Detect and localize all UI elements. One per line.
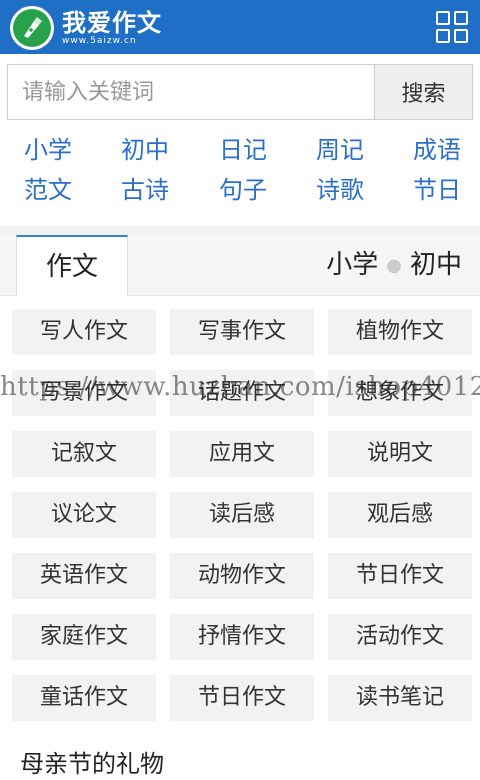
category-link[interactable]: 成语 [397,130,477,170]
top-header-bar: 我爱作文 www.5aizw.cn [0,0,480,54]
category-nav: 小学 初中 日记 周记 成语 范文 古诗 句子 诗歌 节日 [0,130,480,214]
grid-item[interactable]: 抒情作文 [170,614,314,660]
tab-link-primary[interactable]: 小学 [326,250,378,280]
tab-link-junior[interactable]: 初中 [410,250,462,280]
tab-right-links: 小学 ● 初中 [326,235,462,295]
category-link[interactable]: 小学 [8,130,88,170]
grid-item[interactable]: 写事作文 [170,309,314,355]
search-button[interactable]: 搜索 [374,65,472,119]
category-link[interactable]: 周记 [300,130,380,170]
grid-item[interactable]: 读书笔记 [328,675,472,721]
article-list-item[interactable]: 母亲节的礼物 [20,744,164,779]
category-link[interactable]: 句子 [203,170,283,210]
grid-item[interactable]: 植物作文 [328,309,472,355]
grid-item[interactable]: 应用文 [170,431,314,477]
tab-bar: 作文 小学 ● 初中 [0,235,480,296]
grid-item[interactable]: 动物作文 [170,553,314,599]
category-link[interactable]: 日记 [203,130,283,170]
grid-item[interactable]: 活动作文 [328,614,472,660]
section-divider [0,226,480,235]
grid-item[interactable]: 说明文 [328,431,472,477]
grid-item[interactable]: 想象作文 [328,370,472,416]
tab-essay[interactable]: 作文 [16,235,128,296]
logo-title: 我爱作文 [62,8,162,37]
grid-item[interactable]: 读后感 [170,492,314,538]
search-bar: 搜索 [7,64,473,120]
logo-pen-icon [10,6,54,50]
grid-item[interactable]: 英语作文 [12,553,156,599]
grid-item[interactable]: 写景作文 [12,370,156,416]
category-link[interactable]: 古诗 [105,170,185,210]
site-logo[interactable]: 我爱作文 www.5aizw.cn [10,6,162,50]
grid-item[interactable]: 节日作文 [170,675,314,721]
grid-item[interactable]: 议论文 [12,492,156,538]
grid-item[interactable]: 话题作文 [170,370,314,416]
search-input[interactable] [8,65,374,119]
category-link[interactable]: 初中 [105,130,185,170]
grid-item[interactable]: 节日作文 [328,553,472,599]
grid-item[interactable]: 童话作文 [12,675,156,721]
category-link[interactable]: 诗歌 [300,170,380,210]
grid-item[interactable]: 家庭作文 [12,614,156,660]
separator-dot-icon: ● [386,254,402,276]
logo-url: www.5aizw.cn [62,35,137,46]
category-link[interactable]: 范文 [8,170,88,210]
grid-item[interactable]: 观后感 [328,492,472,538]
grid-item[interactable]: 记叙文 [12,431,156,477]
grid-item[interactable]: 写人作文 [12,309,156,355]
category-link[interactable]: 节日 [397,170,477,210]
grid-menu-icon[interactable] [436,11,468,43]
